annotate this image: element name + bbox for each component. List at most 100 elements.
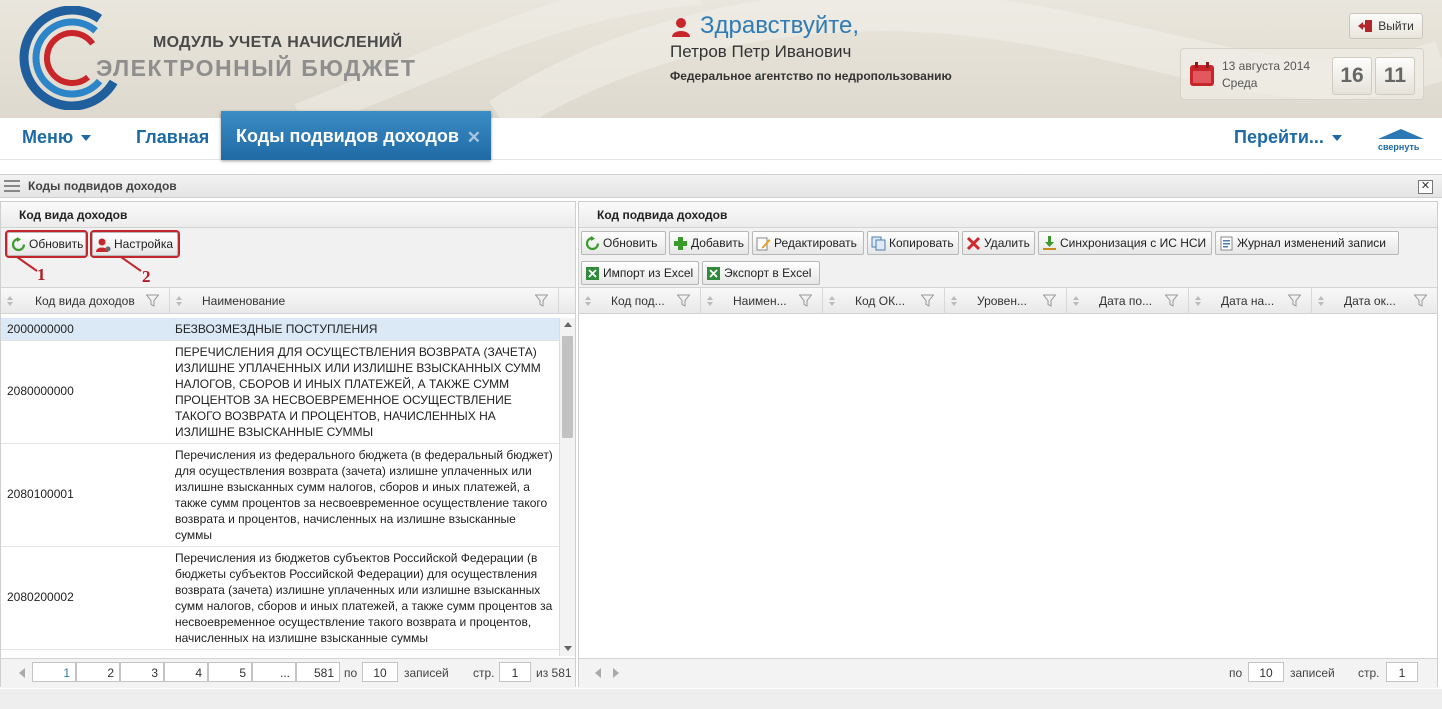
import-excel-button[interactable]: Импорт из Excel [581,261,699,285]
import-excel-label: Импорт из Excel [603,266,694,280]
app-header: МОДУЛЬ УЧЕТА НАЧИСЛЕНИЙ ЭЛЕКТРОННЫЙ БЮДЖ… [0,0,1442,118]
per-page-input[interactable]: 10 [362,662,398,682]
page-link-1[interactable]: 1 [32,662,76,682]
prev-page-icon[interactable] [595,668,601,678]
scrollbar-thumb[interactable] [562,336,573,438]
change-journal-button[interactable]: Журнал изменений записи [1215,231,1399,255]
per-page-label: по [344,666,358,680]
filter-icon[interactable] [535,294,548,307]
list-icon [4,180,20,192]
column-header-ok-code[interactable]: Код ОК... [823,288,945,314]
column-header-label: Наимен... [733,294,787,308]
annotation-arrows [16,256,142,272]
table-row[interactable]: 2080100001 Перечисления из федерального … [1,444,559,547]
nav-goto[interactable]: Перейти... [1234,127,1342,148]
close-icon[interactable]: ✕ [1418,180,1433,194]
add-button[interactable]: Добавить [669,231,749,255]
copy-button[interactable]: Копировать [867,231,959,255]
panel-title: Код подвида доходов [579,202,1437,228]
refresh-button[interactable]: Обновить [5,230,88,258]
prev-page-icon[interactable] [19,668,25,678]
filter-icon[interactable] [1414,294,1427,307]
table-row[interactable]: 2000000000 БЕЗВОЗМЕЗДНЫЕ ПОСТУПЛЕНИЯ [1,318,559,341]
refresh-button[interactable]: Обновить [581,231,666,255]
page-link-ellipsis[interactable]: ... [252,662,296,682]
filter-icon[interactable] [799,294,812,307]
scroll-up-icon[interactable] [564,322,572,327]
filter-icon[interactable] [1043,294,1056,307]
filter-icon[interactable] [677,294,690,307]
tab-label: Коды подвидов доходов [236,126,459,146]
edit-icon [756,237,771,250]
excel-export-icon [707,266,720,280]
current-weekday: Среда [1222,76,1258,90]
clock-minute: 11 [1375,57,1415,95]
change-journal-label: Журнал изменений записи [1237,236,1386,250]
column-header-name[interactable]: Наимен... [701,288,823,314]
column-header-date-start[interactable]: Дата по... [1067,288,1189,314]
income-type-rows: 2000000000 БЕЗВОЗМЕЗДНЫЕ ПОСТУПЛЕНИЯ 208… [1,318,559,650]
page-link-5[interactable]: 5 [208,662,252,682]
filter-icon[interactable] [1165,294,1178,307]
nav-goto-label: Перейти... [1234,127,1324,147]
left-pager: 1 2 3 4 5 ... 581 по 10 записей стр. 1 и… [1,658,575,688]
nav-menu-label: Меню [22,127,74,147]
tab-income-subtype-codes[interactable]: Коды подвидов доходов ✕ [221,111,491,160]
right-toolbar: Обновить Добавить Редактировать Копирова… [579,228,1437,288]
per-page-input[interactable]: 10 [1248,662,1284,682]
nav-home[interactable]: Главная [136,127,209,148]
close-icon[interactable]: ✕ [467,128,481,148]
current-page-input[interactable]: 1 [1386,662,1418,682]
sort-icon [176,296,182,306]
column-header-label: Уровен... [977,294,1027,308]
sync-nsi-button[interactable]: Синхронизация с ИС НСИ [1038,231,1212,255]
page-link-last[interactable]: 581 [296,662,340,682]
row-code: 2080000000 [7,384,74,398]
row-code: 2000000000 [7,322,74,336]
right-pager: по 10 записей стр. 1 [579,658,1437,688]
refresh-icon [11,236,26,251]
column-header-level[interactable]: Уровен... [945,288,1067,314]
page-title-bar: Коды подвидов доходов ✕ [0,174,1442,198]
column-header-date-from[interactable]: Дата на... [1189,288,1312,314]
page-link-3[interactable]: 3 [120,662,164,682]
page-link-2[interactable]: 2 [76,662,120,682]
page-link-4[interactable]: 4 [164,662,208,682]
user-name: Петров Петр Иванович [670,42,852,61]
sort-icon [829,296,835,306]
export-excel-button[interactable]: Экспорт в Excel [702,261,820,285]
column-header-subtype-code[interactable]: Код под... [579,288,701,314]
current-page-input[interactable]: 1 [499,662,531,682]
column-header-label: Код под... [611,294,665,308]
column-header-label: Код ОК... [855,294,906,308]
collapse-label[interactable]: свернуть [1378,142,1419,152]
left-scrollbar[interactable] [559,318,575,656]
nav-menu[interactable]: Меню [22,127,92,148]
table-row[interactable]: 2080000000 ПЕРЕЧИСЛЕНИЯ ДЛЯ ОСУЩЕСТВЛЕНИ… [1,341,559,444]
sync-nsi-label: Синхронизация с ИС НСИ [1060,236,1207,250]
current-date: 13 августа 2014 [1222,59,1311,73]
filter-icon[interactable] [146,294,159,307]
copy-label: Копировать [889,236,954,250]
column-header-label: Дата ок... [1344,294,1396,308]
column-header-name[interactable]: Наименование [170,288,559,314]
filter-icon[interactable] [1288,294,1301,307]
delete-button[interactable]: Удалить [962,231,1035,255]
page-label: стр. [473,666,495,680]
column-header-date-end[interactable]: Дата ок... [1312,288,1437,314]
settings-button[interactable]: Настройка [90,230,180,258]
next-page-icon[interactable] [613,668,619,678]
logout-button[interactable]: Выйти [1349,13,1423,39]
filter-icon[interactable] [921,294,934,307]
sort-icon [1318,296,1324,306]
journal-icon [1220,236,1233,250]
column-header-label: Наименование [202,294,286,308]
edit-button[interactable]: Редактировать [752,231,864,255]
column-header-code[interactable]: Код вида доходов [1,288,170,314]
left-toolbar: Обновить Настройка 1 2 [1,228,575,288]
panel-title: Код вида доходов [1,202,575,228]
row-name: Перечисления из федерального бюджета (в … [175,448,553,542]
scroll-down-icon[interactable] [564,646,572,651]
logo-title-line2: ЭЛЕКТРОННЫЙ БЮДЖЕТ [96,55,417,81]
table-row[interactable]: 2080200002 Перечисления из бюджетов субъ… [1,547,559,650]
